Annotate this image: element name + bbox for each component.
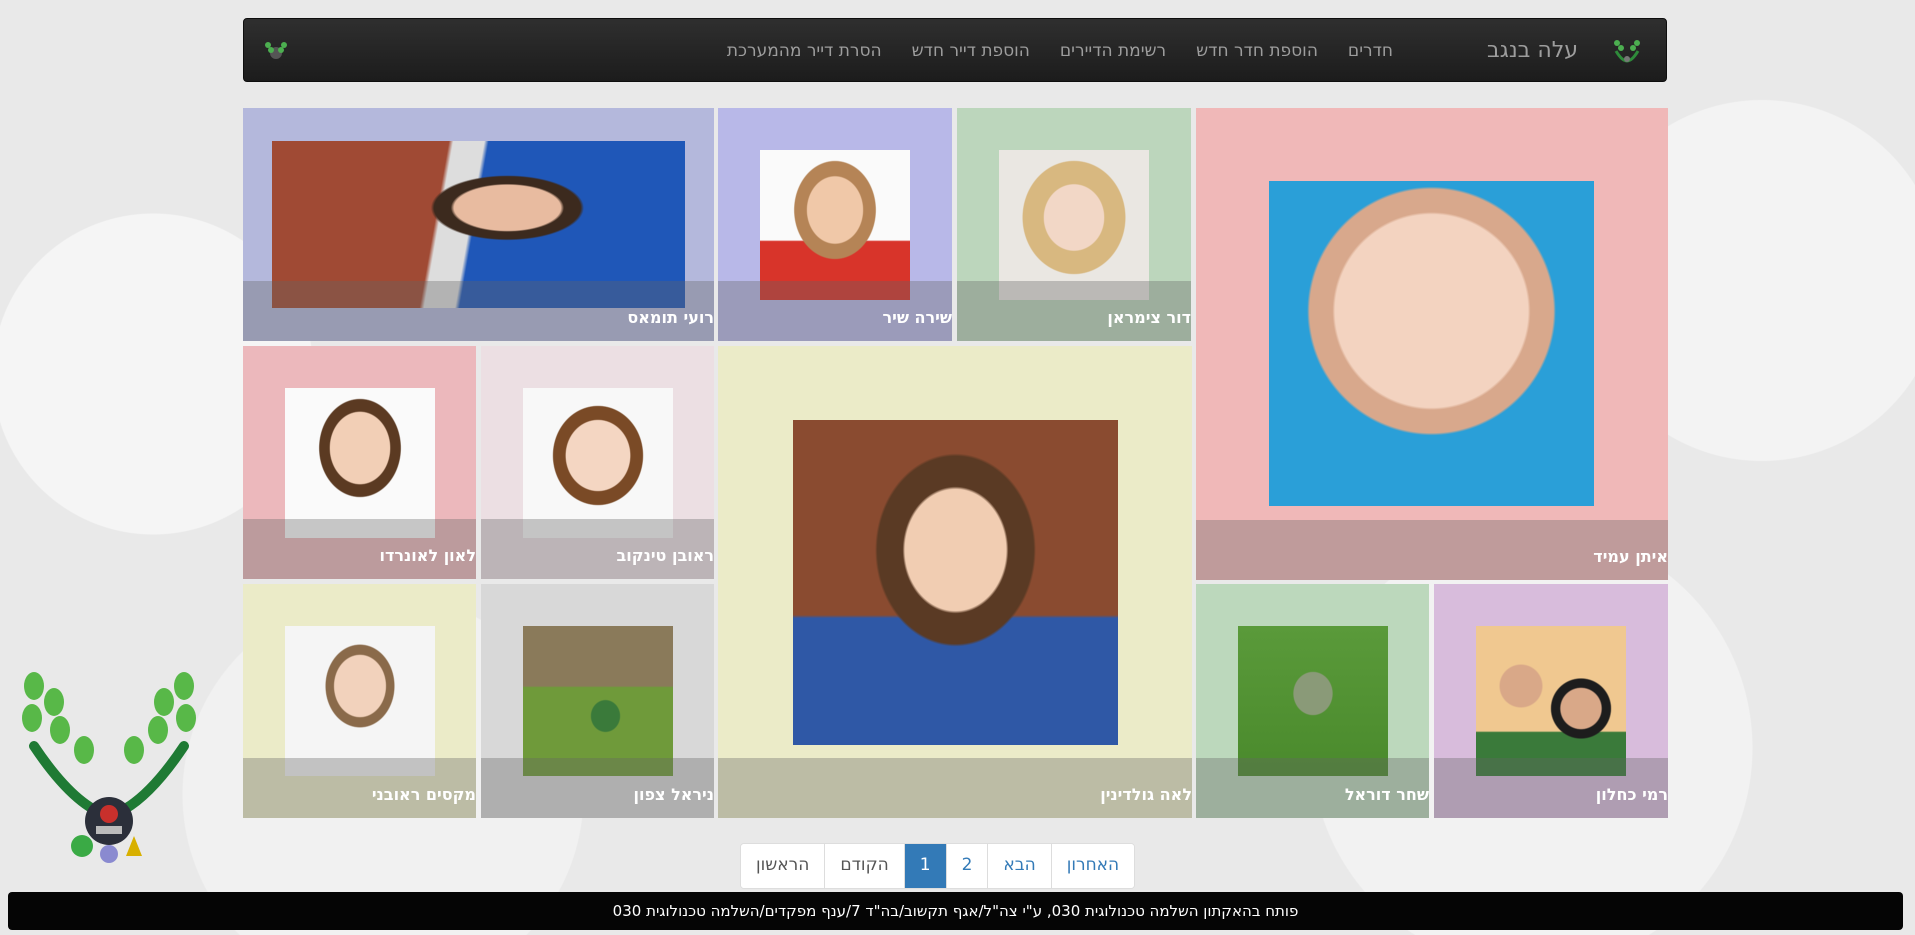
resident-photo xyxy=(523,626,673,776)
resident-name: איתן עמיד xyxy=(1593,547,1668,566)
nav-remove-resident[interactable]: הסרת דייר מהמערכת xyxy=(712,41,897,61)
resident-photo xyxy=(1238,626,1388,776)
page-last[interactable]: האחרון xyxy=(1050,844,1135,888)
resident-tile[interactable]: ראובן טינקוב xyxy=(481,346,714,579)
footer-text: פותח בהאקתון השלמה טכנולוגית 030, ע"י צה… xyxy=(612,902,1299,920)
resident-name: שחר דוראל xyxy=(1344,785,1429,804)
resident-name: ראובן טינקוב xyxy=(616,546,714,565)
resident-tile[interactable]: לאה גולדינין xyxy=(718,346,1192,818)
resident-name: רמי כחלון xyxy=(1595,785,1668,804)
resident-tile[interactable]: דור צימראן xyxy=(957,108,1191,341)
resident-photo xyxy=(760,150,910,300)
resident-photo xyxy=(285,626,435,776)
page-1[interactable]: 1 xyxy=(903,844,946,888)
resident-name: לאה גולדינין xyxy=(1100,785,1192,804)
resident-tile[interactable]: ניראל צפון xyxy=(481,584,714,818)
leaf-logo-icon[interactable] xyxy=(1612,37,1642,65)
resident-caption: רמי כחלון xyxy=(1434,758,1668,818)
resident-caption: מקסים ראובני xyxy=(243,758,476,818)
resident-name: שירה שיר xyxy=(882,308,952,327)
resident-name: לאון לאונרדו xyxy=(379,546,476,565)
resident-photo xyxy=(999,150,1149,300)
resident-photo xyxy=(1269,181,1594,506)
nav-residents-list[interactable]: רשימת הדיירים xyxy=(1045,41,1181,61)
resident-photo xyxy=(793,420,1118,745)
main-nav: חדרים הוספת חדר חדש רשימת הדיירים הוספת … xyxy=(712,19,1408,83)
footer: פותח בהאקתון השלמה טכנולוגית 030, ע"י צה… xyxy=(8,892,1903,930)
resident-photo xyxy=(1476,626,1626,776)
resident-caption: דור צימראן xyxy=(957,281,1191,341)
resident-caption: רועי תומאס xyxy=(243,281,714,341)
resident-tile[interactable]: לאון לאונרדו xyxy=(243,346,476,579)
resident-tile[interactable]: רועי תומאס xyxy=(243,108,714,341)
page-2[interactable]: 2 xyxy=(945,844,988,888)
resident-name: ניראל צפון xyxy=(633,785,714,804)
resident-caption: ניראל צפון xyxy=(481,758,714,818)
resident-caption: איתן עמיד xyxy=(1196,520,1668,580)
resident-tile[interactable]: רמי כחלון xyxy=(1434,584,1668,818)
resident-caption: שחר דוראל xyxy=(1196,758,1429,818)
resident-tile[interactable]: שירה שיר xyxy=(718,108,952,341)
page-previous[interactable]: הקודם xyxy=(824,844,904,888)
page-first[interactable]: הראשון xyxy=(741,844,825,888)
pagination: הראשון הקודם 1 2 הבא האחרון xyxy=(740,843,1136,889)
resident-photo xyxy=(285,388,435,538)
resident-name: רועי תומאס xyxy=(627,308,714,327)
resident-caption: לאה גולדינין xyxy=(718,758,1192,818)
organization-logo-icon xyxy=(22,672,196,863)
top-navbar: עלה בנגב חדרים הוספת חדר חדש רשימת הדייר… xyxy=(243,18,1667,82)
resident-tile[interactable]: מקסים ראובני xyxy=(243,584,476,818)
resident-caption: שירה שיר xyxy=(718,281,952,341)
brand-title[interactable]: עלה בנגב xyxy=(1487,37,1578,65)
resident-name: מקסים ראובני xyxy=(371,785,476,804)
resident-name: דור צימראן xyxy=(1107,308,1191,327)
resident-caption: לאון לאונרדו xyxy=(243,519,476,579)
nav-add-room[interactable]: הוספת חדר חדש xyxy=(1181,41,1333,61)
page-next[interactable]: הבא xyxy=(987,844,1051,888)
resident-tile[interactable]: איתן עמיד xyxy=(1196,108,1668,580)
resident-tile[interactable]: שחר דוראל xyxy=(1196,584,1429,818)
resident-photo xyxy=(523,388,673,538)
nav-rooms[interactable]: חדרים xyxy=(1333,41,1408,61)
resident-caption: ראובן טינקוב xyxy=(481,519,714,579)
nav-add-resident[interactable]: הוספת דייר חדש xyxy=(897,41,1045,61)
leaf-logo-small-icon xyxy=(265,42,287,59)
